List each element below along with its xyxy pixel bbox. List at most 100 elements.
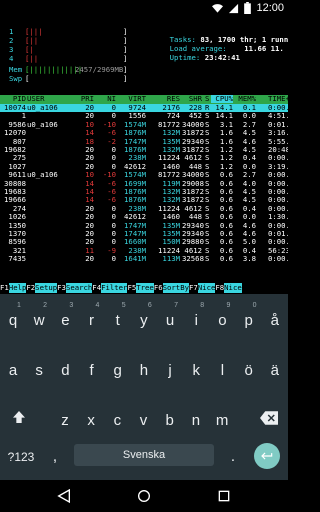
navigation-bar	[0, 480, 288, 512]
key-ö[interactable]: ö	[236, 356, 262, 386]
process-time: 0:00.	[268, 254, 288, 264]
key-x[interactable]: x	[78, 406, 104, 436]
key-d[interactable]: d	[52, 356, 78, 386]
fkey-nice[interactable]: F7 Nice	[188, 283, 216, 293]
key-hint: 1	[17, 302, 21, 309]
key-a[interactable]: a	[0, 356, 26, 386]
key-hint: 6	[147, 302, 152, 309]
key-f[interactable]: f	[79, 356, 105, 386]
key-b[interactable]: b	[157, 406, 183, 436]
process-pri: 20	[85, 254, 94, 264]
symbols-key[interactable]: ?123	[4, 446, 38, 468]
key-h[interactable]: h	[131, 356, 157, 386]
spacebar[interactable]: Svenska	[74, 444, 214, 466]
process-user: u0_a106	[27, 119, 58, 129]
key-m[interactable]: m	[209, 406, 235, 436]
key-hint: 5	[121, 302, 126, 309]
fkey-sortby[interactable]: F6 SortBy	[153, 283, 189, 293]
swap-meter-bar: [	[25, 74, 30, 83]
key-hint: 3	[69, 302, 74, 309]
fkey-help[interactable]: F1 Help	[0, 283, 27, 293]
key-y[interactable]: y	[131, 306, 157, 336]
key-g[interactable]: g	[105, 356, 131, 386]
fkey-number: F1	[0, 283, 9, 293]
key-l[interactable]: l	[209, 356, 235, 386]
period-key[interactable]: .	[220, 444, 246, 470]
mem-meter-value: 2457/2969MB	[75, 65, 124, 74]
process-res: 113M	[162, 254, 180, 264]
enter-key[interactable]	[254, 443, 280, 469]
fkey-label: Search	[65, 283, 93, 293]
key-hint: 7	[174, 302, 178, 309]
fkey-filter[interactable]: F4 Filter	[92, 283, 128, 293]
key-z[interactable]: z	[52, 406, 78, 436]
swap-meter-label: Swp	[9, 74, 23, 83]
swap-meter-close: ]	[123, 74, 128, 83]
fkey-number: F4	[92, 283, 102, 293]
fkey-number: F6	[153, 283, 163, 293]
soft-keyboard: ?123 , Svenska . q1w2e3r4t5y6u7i8o9p0å as…	[0, 294, 288, 480]
status-bar: 12:00	[0, 0, 288, 18]
htop-terminal[interactable]: 1 [|||] 2 [||] 3 [|] 4 [||] Mem [|||||||||||| 2457…	[0, 18, 288, 294]
home-icon[interactable]	[136, 488, 152, 504]
key-w[interactable]: w	[26, 306, 52, 336]
backspace-icon	[260, 411, 278, 425]
fkey-label: Help	[8, 283, 27, 293]
cpu-meter-close: ]	[123, 54, 128, 63]
recents-icon[interactable]	[216, 488, 232, 504]
fkey-label: Nice	[224, 283, 242, 293]
fkey-search[interactable]: F3 Search	[57, 283, 93, 293]
back-icon[interactable]	[56, 488, 72, 504]
battery-icon	[244, 2, 252, 14]
process-pid: 7435	[8, 254, 26, 264]
enter-icon	[261, 452, 273, 460]
process-shr: 32568	[182, 254, 204, 264]
fkey-label: Tree	[136, 283, 154, 293]
key-r[interactable]: r	[79, 306, 105, 336]
mem-meter-bar: [||||||||||||	[25, 65, 83, 74]
key-n[interactable]: n	[183, 406, 209, 436]
key-u[interactable]: u	[157, 306, 183, 336]
fkey-nice[interactable]: F8 Nice	[215, 283, 242, 293]
function-key-bar: F1 Help F2 Setup F3 Search F4 Filter F5 Tree F6 Sor…	[0, 283, 288, 293]
wifi-icon	[212, 3, 224, 13]
key-å[interactable]: å	[262, 306, 288, 336]
fkey-number: F2	[26, 283, 36, 293]
load-average: Load average: 11.66 11.	[169, 44, 284, 54]
key-ä[interactable]: ä	[262, 356, 288, 386]
process-cpu: 0.6	[219, 254, 233, 264]
shift-key[interactable]	[4, 408, 34, 434]
key-j[interactable]: j	[157, 356, 183, 386]
key-hint: 9	[226, 302, 231, 309]
comma-key[interactable]: ,	[42, 444, 68, 470]
fkey-tree[interactable]: F5 Tree	[127, 283, 154, 293]
process-user: u0_a106	[27, 103, 58, 112]
fkey-setup[interactable]: F2 Setup	[26, 283, 58, 293]
cpu-meter-bar: [||	[25, 54, 39, 63]
key-o[interactable]: o	[209, 306, 235, 336]
key-hint: 4	[95, 302, 100, 309]
key-hint: 2	[43, 302, 48, 309]
tasks-summary: Tasks: 83, 1700 thr; 1 running	[169, 35, 288, 45]
key-i[interactable]: i	[183, 306, 209, 336]
process-row[interactable]: 7435 20 0 1641M 113M 32568 S 0.6 3.8 0:00.	[0, 254, 288, 264]
process-user: u0_a106	[27, 170, 58, 180]
key-q[interactable]: q	[0, 306, 26, 336]
key-t[interactable]: t	[105, 306, 131, 336]
backspace-key[interactable]	[254, 408, 284, 434]
key-k[interactable]: k	[183, 356, 209, 386]
fkey-number: F5	[127, 283, 137, 293]
fkey-number: F3	[57, 283, 66, 293]
cpu-meter-label: 4	[9, 54, 14, 63]
process-mem: 3.8	[242, 254, 256, 264]
key-e[interactable]: e	[52, 306, 78, 336]
fkey-number: F8	[215, 283, 225, 293]
key-p[interactable]: p	[236, 306, 262, 336]
key-s[interactable]: s	[26, 356, 52, 386]
fkey-label: Setup	[35, 283, 58, 293]
shift-icon	[13, 411, 25, 423]
uptime: Uptime: 23:42:41	[169, 53, 240, 63]
clock: 12:00	[256, 2, 284, 14]
key-v[interactable]: v	[131, 406, 157, 436]
key-c[interactable]: c	[104, 406, 130, 436]
